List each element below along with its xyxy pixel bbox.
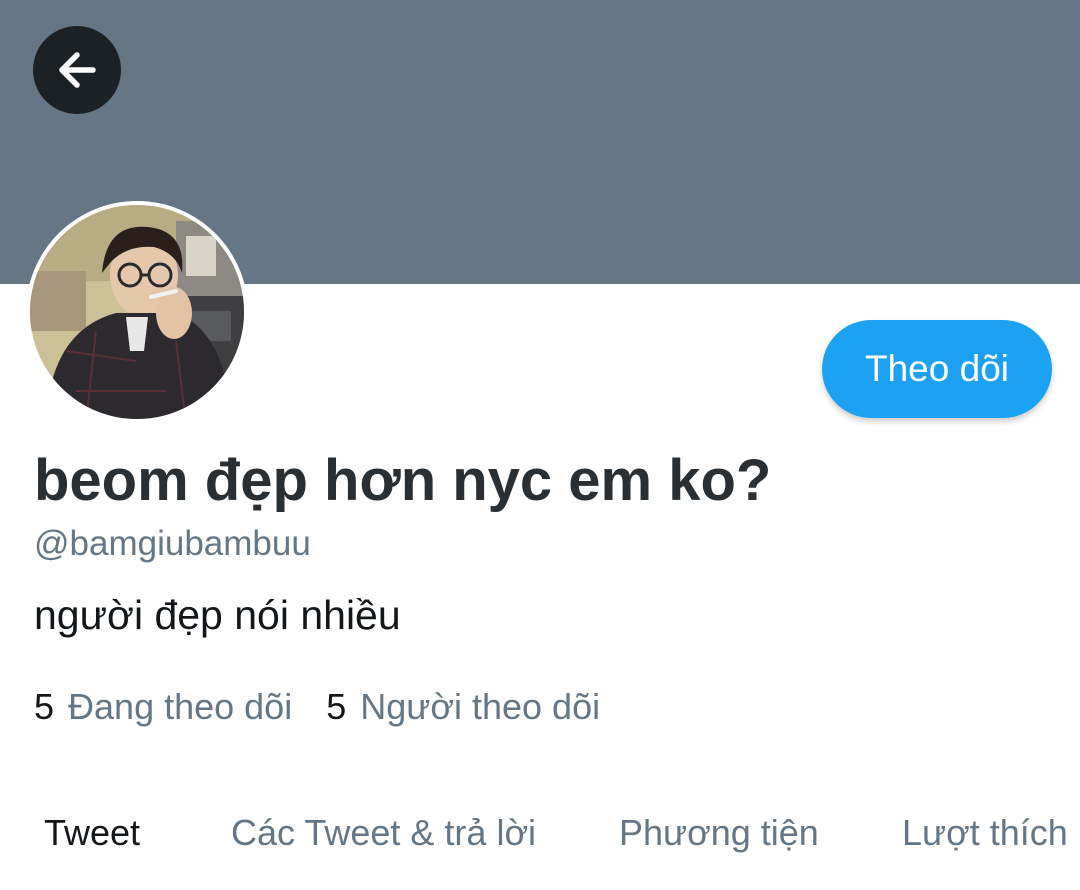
tab-media[interactable]: Phương tiện (619, 812, 819, 854)
display-name: beom đẹp hơn nyc em ko? (34, 448, 772, 513)
user-handle: @bamgiubambuu (34, 524, 311, 563)
followers-label: Người theo dõi (360, 686, 601, 727)
profile-stats: 5 Đang theo dõi 5 Người theo dõi (34, 686, 600, 728)
following-count: 5 (34, 686, 55, 727)
following-label: Đang theo dõi (68, 686, 293, 727)
followers-stat[interactable]: 5 Người theo dõi (326, 686, 600, 728)
profile-tabs: Tweet Các Tweet & trả lời Phương tiện Lư… (0, 812, 1080, 858)
followers-count: 5 (326, 686, 347, 727)
following-stat[interactable]: 5 Đang theo dõi (34, 686, 292, 728)
follow-button[interactable]: Theo dõi (822, 320, 1052, 418)
profile-bio: người đẹp nói nhiều (34, 592, 401, 638)
arrow-left-icon (59, 52, 96, 88)
back-button[interactable] (33, 26, 121, 114)
tab-tweets-and-replies[interactable]: Các Tweet & trả lời (231, 812, 536, 854)
tab-likes[interactable]: Lượt thích (902, 812, 1068, 854)
avatar-photo (26, 201, 248, 423)
tab-tweets[interactable]: Tweet (44, 812, 140, 854)
avatar[interactable] (26, 201, 248, 423)
